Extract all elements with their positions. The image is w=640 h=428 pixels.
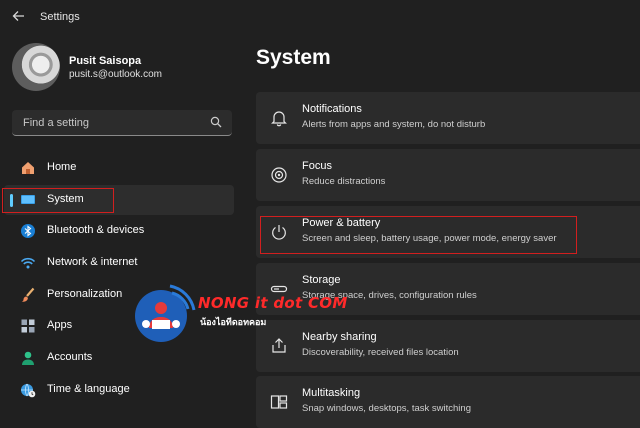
- highlight-box-power: [260, 216, 577, 254]
- sidebar-item-label: Home: [47, 161, 77, 173]
- card-title: Focus: [302, 160, 332, 172]
- card-notifications[interactable]: Notifications Alerts from apps and syste…: [256, 92, 640, 144]
- watermark: NONG it dot COM น้องไอทีดอทคอม: [134, 282, 348, 344]
- sidebar-item-bluetooth[interactable]: Bluetooth & devices: [4, 216, 234, 246]
- back-arrow-icon[interactable]: [10, 9, 28, 27]
- globe-clock-icon: [21, 383, 36, 398]
- card-subtitle: Reduce distractions: [302, 176, 386, 187]
- brush-icon: [21, 287, 35, 302]
- sidebar-item-network[interactable]: Network & internet: [4, 248, 234, 278]
- card-title: Notifications: [302, 103, 362, 115]
- sidebar-item-label: Network & internet: [47, 256, 138, 269]
- card-title: Multitasking: [302, 387, 361, 399]
- watermark-logo-icon: [135, 284, 196, 342]
- search-box[interactable]: [12, 110, 232, 136]
- home-icon: [22, 162, 34, 174]
- card-subtitle: Discoverability, received files location: [302, 347, 459, 358]
- sidebar-item-label: Accounts: [47, 351, 93, 364]
- page-title: System: [256, 46, 331, 69]
- highlight-box-system: [2, 188, 114, 213]
- sidebar-item-label: Personalization: [47, 287, 123, 300]
- title-bar: Settings: [0, 0, 640, 36]
- apps-icon: [21, 319, 35, 333]
- user-email: pusit.s@outlook.com: [69, 69, 162, 80]
- card-focus[interactable]: Focus Reduce distractions: [256, 149, 640, 201]
- focus-icon: [271, 167, 287, 183]
- card-subtitle: Alerts from apps and system, do not dist…: [302, 119, 486, 130]
- sidebar-item-time-language[interactable]: Time & language: [4, 375, 234, 405]
- accounts-icon: [22, 351, 34, 366]
- avatar[interactable]: [12, 43, 60, 91]
- bell-icon: [271, 111, 287, 127]
- sidebar-item-label: Time & language: [47, 382, 130, 395]
- multitasking-icon: [270, 395, 288, 409]
- watermark-subtitle: น้องไอทีดอทคอม: [200, 318, 267, 328]
- sidebar-item-label: Bluetooth & devices: [47, 224, 145, 237]
- watermark-title: NONG it dot COM: [198, 294, 348, 312]
- sidebar-item-accounts[interactable]: Accounts: [4, 343, 234, 373]
- card-subtitle: Snap windows, desktops, task switching: [302, 403, 471, 414]
- search-input[interactable]: [21, 114, 205, 132]
- search-icon[interactable]: [210, 116, 222, 128]
- app-title: Settings: [40, 11, 80, 23]
- user-name: Pusit Saisopa: [69, 55, 142, 67]
- bluetooth-icon: [21, 224, 35, 239]
- sidebar-item-home[interactable]: Home: [4, 153, 234, 183]
- wifi-icon: [20, 257, 36, 269]
- sidebar-item-label: Apps: [47, 319, 73, 332]
- card-multitasking[interactable]: Multitasking Snap windows, desktops, tas…: [256, 376, 640, 428]
